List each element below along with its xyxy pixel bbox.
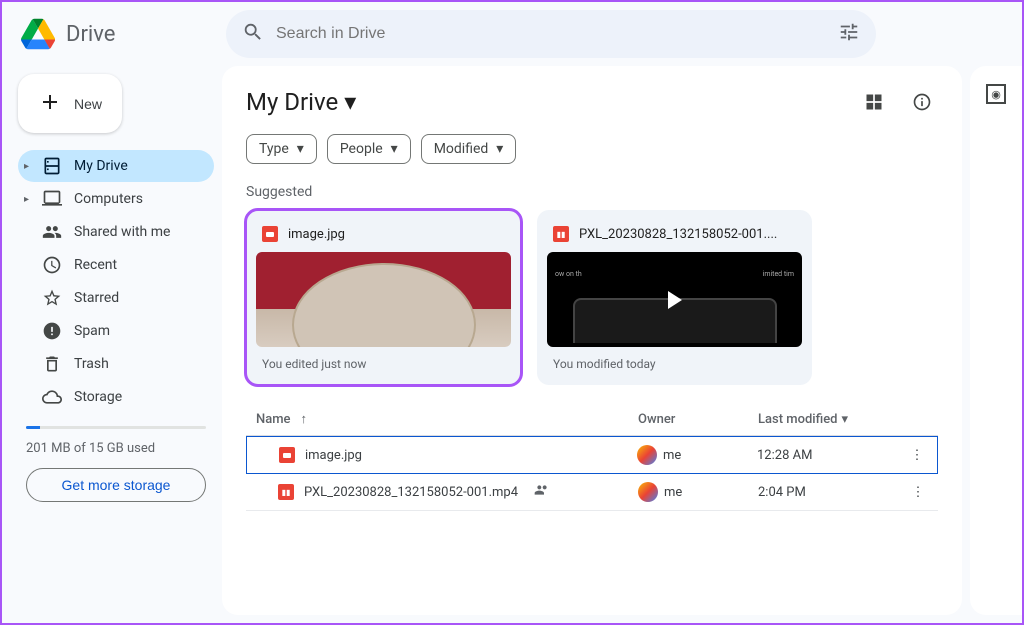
modified-label: 2:04 PM bbox=[758, 485, 806, 500]
suggested-card[interactable]: image.jpg You edited just now bbox=[246, 210, 521, 385]
nav-label: Computers bbox=[74, 191, 143, 207]
sidebar: New ▸ My Drive ▸ Computers Shared with m… bbox=[2, 66, 222, 623]
avatar-icon bbox=[637, 445, 657, 465]
cloud-icon bbox=[42, 387, 62, 407]
nav-spam[interactable]: Spam bbox=[18, 315, 214, 347]
app-name: Drive bbox=[66, 22, 115, 47]
plus-icon bbox=[38, 90, 62, 117]
get-more-storage-button[interactable]: Get more storage bbox=[26, 468, 206, 502]
table-header: Name ↑ Owner Last modified ▾ bbox=[246, 403, 938, 436]
caret-down-icon: ▾ bbox=[391, 141, 398, 157]
drive-logo-icon[interactable] bbox=[18, 14, 58, 54]
file-subtitle: You modified today bbox=[547, 347, 802, 375]
table-row[interactable]: image.jpg me 12:28 AM ⋮ bbox=[246, 436, 938, 474]
chevron-right-icon: ▸ bbox=[24, 161, 29, 172]
video-file-icon: ▮▮ bbox=[278, 484, 294, 500]
side-panel: ◉ bbox=[970, 66, 1022, 615]
nav-starred[interactable]: Starred bbox=[18, 282, 214, 314]
filter-people[interactable]: People ▾ bbox=[327, 134, 411, 164]
file-subtitle: You edited just now bbox=[256, 347, 511, 375]
new-button-label: New bbox=[74, 96, 102, 112]
avatar-icon bbox=[638, 482, 658, 502]
recent-icon bbox=[42, 255, 62, 275]
col-name-header[interactable]: Name ↑ bbox=[246, 411, 638, 427]
nav-my-drive[interactable]: ▸ My Drive bbox=[18, 150, 214, 182]
nav-trash[interactable]: Trash bbox=[18, 348, 214, 380]
nav-label: Recent bbox=[74, 257, 117, 273]
shared-icon bbox=[42, 222, 62, 242]
filter-type[interactable]: Type ▾ bbox=[246, 134, 317, 164]
layout-toggle-button[interactable] bbox=[858, 86, 890, 118]
file-name: PXL_20230828_132158052-001.... bbox=[579, 227, 777, 242]
trash-icon bbox=[42, 354, 62, 374]
caret-down-icon: ▾ bbox=[344, 88, 356, 116]
suggested-card[interactable]: ▮▮ PXL_20230828_132158052-001.... ow on … bbox=[537, 210, 812, 385]
chevron-right-icon: ▸ bbox=[24, 194, 29, 205]
nav-storage[interactable]: Storage bbox=[18, 381, 214, 413]
video-file-icon: ▮▮ bbox=[553, 226, 569, 242]
arrow-up-icon: ↑ bbox=[301, 411, 308, 427]
filter-chips: Type ▾ People ▾ Modified ▾ bbox=[246, 134, 938, 164]
modified-label: 12:28 AM bbox=[757, 448, 812, 463]
more-icon[interactable]: ⋮ bbox=[912, 485, 925, 500]
col-label: Owner bbox=[638, 412, 675, 427]
col-owner-header[interactable]: Owner bbox=[638, 411, 758, 427]
search-input[interactable] bbox=[276, 25, 838, 43]
filter-modified[interactable]: Modified ▾ bbox=[421, 134, 517, 164]
nav-label: Starred bbox=[74, 290, 119, 306]
owner-label: me bbox=[663, 448, 681, 463]
suggested-title: Suggested bbox=[246, 184, 938, 200]
owner-label: me bbox=[664, 485, 682, 500]
col-label: Last modified bbox=[758, 412, 838, 427]
computers-icon bbox=[42, 189, 62, 209]
nav-label: Spam bbox=[74, 323, 110, 339]
nav-label: Trash bbox=[74, 356, 109, 372]
nav-shared[interactable]: Shared with me bbox=[18, 216, 214, 248]
file-table: Name ↑ Owner Last modified ▾ image.jpg bbox=[246, 403, 938, 511]
search-bar[interactable] bbox=[226, 10, 876, 58]
more-icon[interactable]: ⋮ bbox=[911, 448, 924, 463]
header: Drive bbox=[2, 2, 1022, 66]
chip-label: People bbox=[340, 141, 383, 157]
chip-label: Modified bbox=[434, 141, 489, 157]
col-modified-header[interactable]: Last modified ▾ bbox=[758, 411, 898, 427]
image-file-icon bbox=[262, 226, 278, 242]
image-file-icon bbox=[279, 447, 295, 463]
search-icon bbox=[242, 21, 264, 47]
nav-label: Storage bbox=[74, 389, 122, 405]
nav-recent[interactable]: Recent bbox=[18, 249, 214, 281]
tune-icon[interactable] bbox=[838, 21, 860, 47]
caret-down-icon: ▾ bbox=[297, 141, 304, 157]
content-area: My Drive ▾ Type ▾ People ▾ Modified ▾ Sugge… bbox=[222, 66, 962, 615]
caret-down-icon: ▾ bbox=[496, 141, 503, 157]
thumbnail: ow on thimited tim bbox=[547, 252, 802, 347]
storage-bar bbox=[26, 426, 206, 429]
breadcrumb[interactable]: My Drive ▾ bbox=[246, 88, 356, 116]
logo-area: Drive bbox=[18, 14, 218, 54]
star-icon bbox=[42, 288, 62, 308]
info-button[interactable] bbox=[906, 86, 938, 118]
file-name: image.jpg bbox=[288, 227, 345, 242]
chip-label: Type bbox=[259, 141, 289, 157]
thumbnail bbox=[256, 252, 511, 347]
shared-icon bbox=[534, 482, 550, 502]
file-name: image.jpg bbox=[305, 448, 362, 463]
caret-down-icon: ▾ bbox=[842, 412, 849, 427]
breadcrumb-label: My Drive bbox=[246, 88, 338, 116]
nav-label: Shared with me bbox=[74, 224, 170, 240]
new-button[interactable]: New bbox=[18, 74, 122, 133]
spam-icon bbox=[42, 321, 62, 341]
my-drive-icon bbox=[42, 156, 62, 176]
table-row[interactable]: ▮▮ PXL_20230828_132158052-001.mp4 me 2:0… bbox=[246, 474, 938, 511]
nav-list: ▸ My Drive ▸ Computers Shared with me Re… bbox=[18, 149, 214, 414]
suggested-row: image.jpg You edited just now ▮▮ PXL_202… bbox=[246, 210, 938, 385]
nav-label: My Drive bbox=[74, 158, 128, 174]
file-name: PXL_20230828_132158052-001.mp4 bbox=[304, 485, 518, 500]
nav-computers[interactable]: ▸ Computers bbox=[18, 183, 214, 215]
col-label: Name bbox=[256, 412, 291, 427]
storage-text: 201 MB of 15 GB used bbox=[26, 441, 206, 456]
side-addon-icon[interactable]: ◉ bbox=[986, 84, 1006, 104]
play-icon bbox=[668, 291, 682, 309]
